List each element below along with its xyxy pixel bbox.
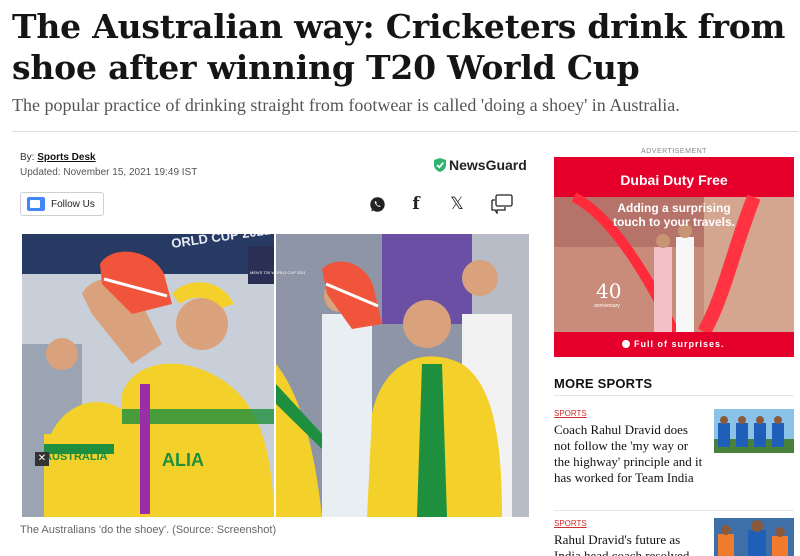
svg-text:ALIA: ALIA bbox=[162, 450, 204, 470]
newsguard-shield-icon bbox=[434, 158, 446, 172]
newsguard-badge[interactable]: NewsGuard bbox=[434, 157, 527, 173]
facebook-icon[interactable]: f bbox=[405, 193, 427, 215]
article-photo: ORLD CUP 2021 MEN'S T20 WORLD CUP 2021 A… bbox=[22, 234, 529, 517]
story-divider bbox=[554, 510, 794, 511]
story-thumbnail[interactable] bbox=[714, 409, 794, 453]
story-link-dravid-coach[interactable]: Coach Rahul Dravid does not follow the '… bbox=[554, 422, 704, 486]
advertisement-banner[interactable]: Dubai Duty Free Adding a surprising touc… bbox=[554, 157, 794, 357]
ad-anniversary-number: 40 bbox=[596, 279, 621, 303]
google-news-icon bbox=[27, 197, 45, 211]
more-sports-divider bbox=[554, 395, 794, 396]
updated-timestamp: Updated: November 15, 2021 19:49 IST bbox=[20, 167, 198, 178]
ad-brand: Dubai Duty Free bbox=[620, 172, 728, 188]
close-icon[interactable]: ✕ bbox=[35, 452, 49, 466]
article-headline: The Australian way: Cricketers drink fro… bbox=[12, 7, 786, 87]
photo-caption: The Australians 'do the shoey'. (Source:… bbox=[20, 524, 277, 536]
svg-text:MEN'S T20 WORLD CUP 2021: MEN'S T20 WORLD CUP 2021 bbox=[250, 270, 307, 275]
svg-text:AUSTRALIA: AUSTRALIA bbox=[44, 451, 108, 463]
header-divider bbox=[12, 131, 798, 132]
story-tag[interactable]: SPORTS bbox=[554, 409, 587, 418]
more-sports-heading: MORE SPORTS bbox=[554, 376, 653, 391]
author-link[interactable]: Sports Desk bbox=[37, 152, 95, 163]
article-subheadline: The popular practice of drinking straigh… bbox=[12, 95, 680, 115]
story-tag[interactable]: SPORTS bbox=[554, 519, 587, 528]
newsguard-label: NewsGuard bbox=[449, 157, 527, 173]
follow-us-label: Follow Us bbox=[51, 198, 95, 210]
whatsapp-icon[interactable] bbox=[366, 193, 388, 215]
ad-footer: Full of surprises. bbox=[634, 339, 725, 349]
story-link-dravid-future[interactable]: Rahul Dravid's future as India head coac… bbox=[554, 532, 704, 556]
byline-prefix: By: bbox=[20, 152, 35, 163]
comment-icon[interactable] bbox=[491, 193, 513, 215]
follow-us-button[interactable]: Follow Us bbox=[20, 192, 104, 216]
ad-anniversary-text: anniversary bbox=[594, 303, 620, 309]
byline: By: Sports Desk bbox=[20, 152, 96, 163]
story-thumbnail[interactable] bbox=[714, 518, 794, 556]
ad-tagline-2: touch to your travels. bbox=[613, 215, 735, 229]
advertisement-label: ADVERTISEMENT bbox=[641, 148, 707, 155]
x-icon[interactable]: 𝕏 bbox=[446, 193, 468, 215]
ad-tagline-1: Adding a surprising bbox=[617, 201, 730, 215]
